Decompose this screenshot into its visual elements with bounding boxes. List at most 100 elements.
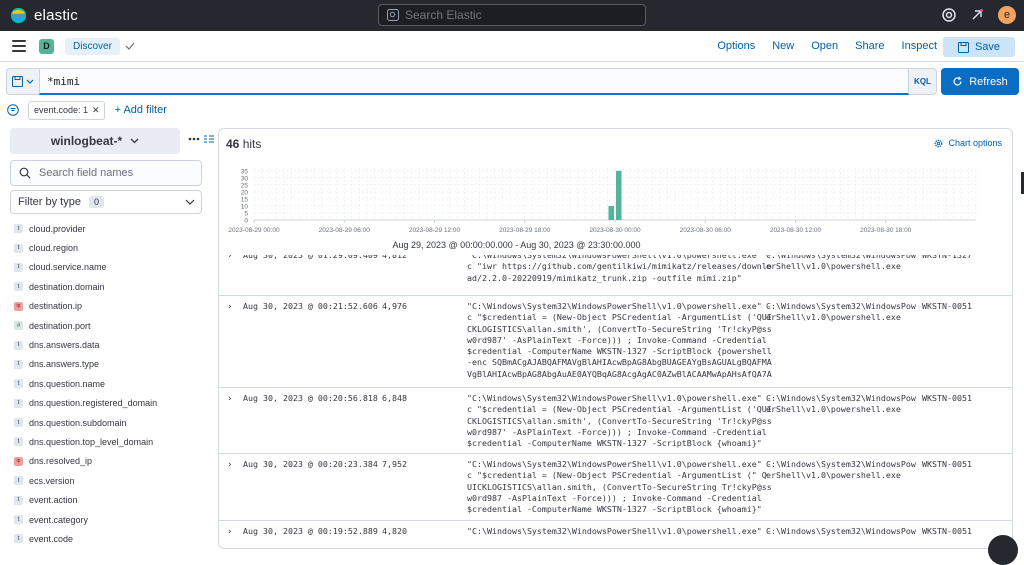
open-link[interactable]: Open bbox=[811, 40, 838, 52]
timestamp-cell: Aug 30, 2023 @ 00:20:56.818 bbox=[243, 393, 378, 403]
y-tick-label: 15 bbox=[241, 196, 249, 203]
field-item[interactable]: t cloud.region bbox=[14, 238, 204, 257]
field-name: cloud.service.name bbox=[29, 262, 107, 273]
field-item[interactable]: t dns.question.name bbox=[14, 374, 204, 393]
gear-icon bbox=[935, 139, 943, 147]
query-input[interactable]: *mimi bbox=[39, 68, 909, 95]
x-tick-label: 2023-08-30 12:00 bbox=[770, 227, 822, 234]
save-button[interactable]: Save bbox=[943, 37, 1015, 57]
filter-by-type-button[interactable]: Filter by type 0 bbox=[10, 190, 202, 214]
add-filter-button[interactable]: + Add filter bbox=[115, 104, 167, 116]
field-name: destination.port bbox=[29, 320, 91, 331]
new-link[interactable]: New bbox=[772, 40, 794, 52]
timestamp-cell: Aug 30, 2023 @ 00:21:52.606 bbox=[243, 301, 378, 311]
field-item[interactable]: t dns.question.subdomain bbox=[14, 413, 204, 432]
field-item[interactable]: t dns.answers.data bbox=[14, 335, 204, 354]
search-icon bbox=[387, 9, 399, 21]
field-type-icon: t bbox=[14, 398, 23, 408]
field-item[interactable]: t ecs.version bbox=[14, 471, 204, 490]
inspect-link[interactable]: Inspect bbox=[902, 40, 937, 52]
field-name: dns.answers.data bbox=[29, 340, 100, 351]
field-item[interactable]: t event.category bbox=[14, 510, 204, 529]
document-table: › Aug 30, 2023 @ 01:29:09.409 4,812 "C:\Win… bbox=[219, 255, 1012, 548]
field-item[interactable]: ip destination.ip bbox=[14, 297, 204, 316]
y-tick-label: 10 bbox=[241, 203, 249, 210]
field-name: dns.question.top_level_domain bbox=[29, 436, 154, 447]
menu-toggle-button[interactable] bbox=[12, 40, 26, 52]
table-row: › Aug 30, 2023 @ 00:20:56.818 6,848 "C:\Win… bbox=[219, 387, 1012, 458]
field-item[interactable]: t dns.answers.type bbox=[14, 355, 204, 374]
expand-row-icon[interactable]: › bbox=[227, 394, 232, 404]
newsfeed-icon[interactable] bbox=[970, 8, 984, 22]
space-selector-button[interactable]: D bbox=[39, 38, 54, 54]
global-search-bar[interactable] bbox=[378, 4, 646, 26]
field-item[interactable]: t cloud.provider bbox=[14, 219, 204, 238]
more-options-icon[interactable] bbox=[188, 137, 200, 141]
field-item[interactable]: t event.action bbox=[14, 490, 204, 509]
command-line-cell: "C:\Windows\System32\WindowsPowerShell\v… bbox=[467, 526, 772, 536]
filter-bar: event.code: 1 ✕ + Add filter bbox=[7, 99, 167, 121]
host-cell: WKSTN-1327 bbox=[922, 255, 972, 260]
field-item[interactable]: t destination.domain bbox=[14, 277, 204, 296]
field-item[interactable]: t dns.question.registered_domain bbox=[14, 394, 204, 413]
save-label: Save bbox=[974, 41, 1001, 53]
field-item[interactable]: ip dns.resolved_ip bbox=[14, 452, 204, 471]
y-tick-label: 0 bbox=[244, 218, 248, 225]
expand-row-icon[interactable]: › bbox=[227, 527, 232, 537]
expand-row-icon[interactable]: › bbox=[227, 460, 232, 470]
options-link[interactable]: Options bbox=[717, 40, 755, 52]
filter-menu-icon[interactable] bbox=[7, 104, 19, 116]
table-row: › Aug 30, 2023 @ 01:29:09.409 4,812 "C:\Win… bbox=[219, 255, 1012, 293]
user-avatar[interactable]: e bbox=[998, 6, 1016, 24]
field-type-icon: t bbox=[14, 340, 23, 350]
process-cell: C:\Windows\System32\WindowsPow erShell\v… bbox=[766, 459, 916, 481]
y-tick-label: 30 bbox=[241, 175, 249, 182]
index-pattern-selector[interactable]: winlogbeat-* bbox=[10, 128, 180, 154]
collapse-sidebar-icon[interactable] bbox=[204, 135, 214, 143]
field-name: event.code bbox=[29, 533, 74, 544]
saved-query-button[interactable] bbox=[6, 68, 39, 95]
expand-row-icon[interactable]: › bbox=[227, 302, 232, 312]
field-name: event.category bbox=[29, 514, 89, 525]
top-icons: e bbox=[942, 6, 1016, 24]
query-language-switcher[interactable]: KQL bbox=[909, 68, 937, 95]
help-icon[interactable] bbox=[942, 8, 956, 22]
chart-options-label: Chart options bbox=[948, 138, 1002, 148]
scroll-to-top-button[interactable] bbox=[988, 535, 1018, 565]
command-line-cell: "C:\Windows\System32\WindowsPowerShell\v… bbox=[467, 301, 772, 379]
field-item[interactable]: t dns.question.top_level_domain bbox=[14, 432, 204, 451]
chevron-down-icon bbox=[26, 79, 34, 84]
close-icon[interactable]: ✕ bbox=[92, 105, 100, 116]
chart-options-button[interactable]: Chart options bbox=[934, 138, 1002, 148]
menu-line bbox=[12, 40, 26, 42]
chevron-down-icon bbox=[130, 138, 139, 144]
field-type-icon: t bbox=[14, 262, 23, 272]
host-cell: WKSTN-0051 bbox=[922, 301, 972, 311]
filter-pill[interactable]: event.code: 1 ✕ bbox=[28, 100, 105, 120]
table-row: › Aug 30, 2023 @ 00:19:52.889 4,820 "C:\Win… bbox=[219, 520, 1012, 548]
field-type-icon: ip bbox=[14, 456, 23, 466]
field-search-box[interactable]: Search field names bbox=[10, 160, 202, 186]
table-row: › Aug 30, 2023 @ 00:20:23.384 7,952 "C:\Win… bbox=[219, 453, 1012, 524]
search-icon bbox=[19, 167, 31, 179]
field-name: destination.domain bbox=[29, 281, 105, 292]
field-item[interactable]: t event.code bbox=[14, 529, 204, 548]
chevron-down-icon bbox=[185, 199, 195, 205]
y-tick-label: 25 bbox=[241, 182, 249, 189]
breadcrumb-discover[interactable]: Discover bbox=[65, 37, 120, 55]
size-cell: 4,820 bbox=[382, 526, 407, 536]
field-name: dns.resolved_ip bbox=[29, 456, 93, 467]
timestamp-cell: Aug 30, 2023 @ 00:19:52.889 bbox=[243, 526, 378, 536]
hits-label: hits bbox=[242, 137, 262, 151]
refresh-button[interactable]: Refresh bbox=[941, 68, 1019, 95]
field-item[interactable]: t cloud.service.name bbox=[14, 258, 204, 277]
menu-line bbox=[12, 45, 26, 47]
field-name: ecs.version bbox=[29, 475, 75, 486]
global-search-input[interactable] bbox=[405, 8, 635, 22]
field-type-icon: t bbox=[14, 418, 23, 428]
size-cell: 6,848 bbox=[382, 393, 407, 403]
field-item[interactable]: # destination.port bbox=[14, 316, 204, 335]
share-link[interactable]: Share bbox=[855, 40, 884, 52]
expand-row-icon[interactable]: › bbox=[227, 255, 232, 261]
elastic-logo-link[interactable]: elastic bbox=[10, 7, 78, 24]
